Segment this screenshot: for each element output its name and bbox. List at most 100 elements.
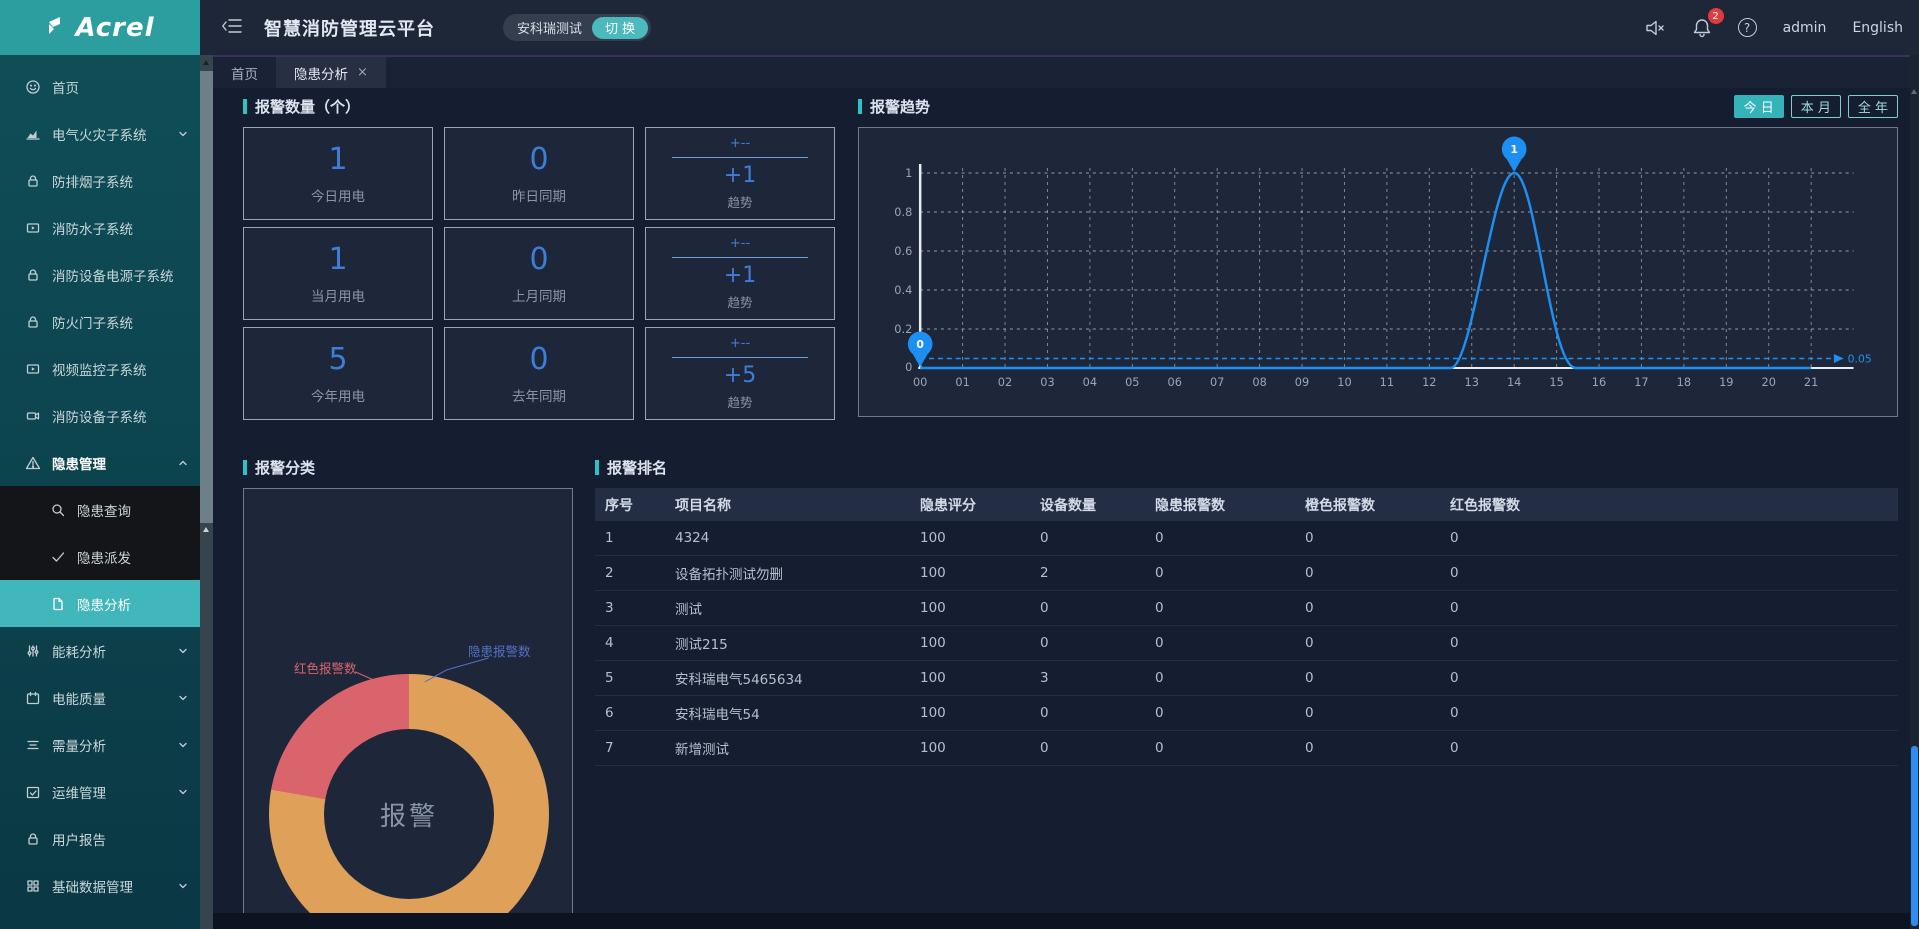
chevron-down-icon: [178, 881, 188, 891]
check-icon: [50, 549, 66, 565]
sidebar-item-ops-management[interactable]: 运维管理: [0, 768, 200, 815]
sidebar-item-fire-water[interactable]: 消防水子系统: [0, 204, 200, 251]
svg-text:04: 04: [1083, 375, 1097, 389]
sidebar-item-fire-power[interactable]: 消防设备电源子系统: [0, 251, 200, 298]
lock-icon: [25, 831, 41, 847]
switch-project-button[interactable]: 切 换: [592, 17, 648, 39]
table-header: 序号 项目名称 隐患评分 设备数量 隐患报警数 橙色报警数 红色报警数: [595, 488, 1898, 521]
svg-text:20: 20: [1762, 375, 1776, 389]
table-row: 4测试2151000000: [595, 626, 1898, 661]
sidebar-item-fire-door[interactable]: 防火门子系统: [0, 298, 200, 345]
header: Acrel 智慧消防管理云平台 安科瑞测试 切 换 2 ? admin Engl…: [0, 0, 1919, 55]
svg-text:05: 05: [1125, 375, 1139, 389]
svg-text:11: 11: [1380, 375, 1394, 389]
speaker-mute-icon[interactable]: [1644, 18, 1666, 38]
sidebar-item-video-monitor[interactable]: 视频监控子系统: [0, 345, 200, 392]
scroll-arrow-icon[interactable]: [203, 527, 209, 532]
sidebar-item-home[interactable]: 首页: [0, 63, 200, 110]
page-scrollbar[interactable]: [1910, 55, 1919, 929]
svg-text:0: 0: [905, 360, 912, 374]
range-year-button[interactable]: 全 年: [1848, 95, 1898, 118]
app-root: Acrel 智慧消防管理云平台 安科瑞测试 切 换 2 ? admin Engl…: [0, 0, 1919, 929]
svg-text:01: 01: [955, 375, 969, 389]
svg-text:02: 02: [998, 375, 1012, 389]
sidebar: 首页 电气火灾子系统 防排烟子系统 消防水子系统 消防设备电源子系统 防: [0, 55, 200, 929]
tab-close-icon[interactable]: ×: [357, 65, 368, 80]
svg-text:1: 1: [905, 166, 912, 180]
page-scrollbar-thumb[interactable]: [1911, 746, 1918, 926]
sidebar-item-user-report[interactable]: 用户报告: [0, 815, 200, 862]
sliders-icon: [25, 643, 41, 659]
chevron-down-icon: [178, 129, 188, 139]
logo-mark-icon: [45, 14, 69, 42]
donut-hole: 报警: [324, 729, 494, 899]
table-row: 3测试1000000: [595, 591, 1898, 626]
page-title: 智慧消防管理云平台: [264, 15, 435, 41]
alarm-trend-section-title: 报警趋势: [858, 96, 930, 116]
svg-text:1: 1: [1510, 143, 1518, 156]
tab-hazard-analysis[interactable]: 隐患分析 ×: [276, 57, 386, 88]
lock-icon: [25, 267, 41, 283]
bars-icon: [25, 737, 41, 753]
svg-text:16: 16: [1592, 375, 1606, 389]
sidebar-item-energy-analysis[interactable]: 能耗分析: [0, 627, 200, 674]
svg-text:10: 10: [1337, 375, 1351, 389]
project-name: 安科瑞测试: [517, 18, 582, 37]
sidebar-collapse-icon[interactable]: [222, 17, 242, 39]
sidebar-item-demand-analysis[interactable]: 需量分析: [0, 721, 200, 768]
tab-bar: 首页 隐患分析 ×: [213, 55, 1910, 88]
range-today-button[interactable]: 今 日: [1734, 95, 1784, 118]
alarm-count-grid: 1 今日用电 0 昨日同期 +-- +1 趋势: [243, 127, 835, 420]
sidebar-item-fire-equipment[interactable]: 消防设备子系统: [0, 392, 200, 439]
sidebar-scrollbar[interactable]: [200, 55, 213, 929]
trend-divider: [672, 157, 808, 158]
sidebar-item-hazard-analysis[interactable]: 隐患分析: [0, 580, 200, 627]
sidebar-item-hazard-management[interactable]: 隐患管理: [0, 439, 200, 486]
sidebar-item-hazard-dispatch[interactable]: 隐患派发: [0, 533, 200, 580]
warning-icon: [25, 455, 41, 471]
search-icon: [50, 502, 66, 518]
alarm-category-chart: 报警 隐患报警数 红色报警数: [243, 488, 573, 929]
alarm-ranking-table: 序号 项目名称 隐患评分 设备数量 隐患报警数 橙色报警数 红色报警数 1432…: [595, 488, 1898, 766]
tab-home[interactable]: 首页: [213, 57, 276, 88]
horizontal-scrollbar-track[interactable]: [213, 913, 1910, 929]
svg-text:17: 17: [1634, 375, 1648, 389]
sidebar-item-base-data[interactable]: 基础数据管理: [0, 862, 200, 909]
table-row: 7新增测试1000000: [595, 731, 1898, 766]
svg-text:06: 06: [1168, 375, 1182, 389]
title-accent-bar: [595, 460, 599, 475]
lock-icon: [25, 314, 41, 330]
table-row: 143241000000: [595, 521, 1898, 556]
scroll-up-arrow-icon[interactable]: [203, 60, 209, 65]
video-icon: [25, 361, 41, 377]
range-month-button[interactable]: 本 月: [1791, 95, 1841, 118]
language-switch[interactable]: English: [1852, 20, 1903, 36]
svg-text:07: 07: [1210, 375, 1224, 389]
alarm-series-line: [920, 173, 1811, 368]
logo: Acrel: [0, 0, 200, 55]
scroll-up-arrow-icon[interactable]: [1911, 89, 1917, 94]
title-accent-bar: [858, 99, 862, 114]
svg-text:08: 08: [1252, 375, 1266, 389]
markline-average-label: 0.05: [1848, 352, 1872, 365]
help-icon[interactable]: ?: [1738, 18, 1757, 37]
lock-icon: [25, 173, 41, 189]
title-accent-bar: [243, 460, 247, 475]
user-menu[interactable]: admin: [1783, 20, 1827, 36]
grid-icon: [25, 878, 41, 894]
stat-card-month-trend: +-- +1 趋势: [645, 227, 835, 320]
trend-divider: [672, 257, 808, 258]
stat-card-month: 1 当月用电: [243, 227, 433, 320]
title-accent-bar: [243, 99, 247, 114]
markpoint-max-pin: 1: [1502, 137, 1527, 173]
sidebar-item-hazard-query[interactable]: 隐患查询: [0, 486, 200, 533]
sidebar-item-power-quality[interactable]: 电能质量: [0, 674, 200, 721]
stat-card-last-month: 0 上月同期: [444, 227, 634, 320]
sidebar-scrollbar-thumb[interactable]: [200, 71, 213, 523]
notification-bell-icon[interactable]: 2: [1692, 17, 1712, 38]
camera-icon: [25, 408, 41, 424]
sidebar-item-smoke-control[interactable]: 防排烟子系统: [0, 157, 200, 204]
document-icon: [50, 596, 66, 612]
alarm-ranking-section-title: 报警排名: [595, 457, 1898, 477]
sidebar-item-electrical-fire[interactable]: 电气火灾子系统: [0, 110, 200, 157]
